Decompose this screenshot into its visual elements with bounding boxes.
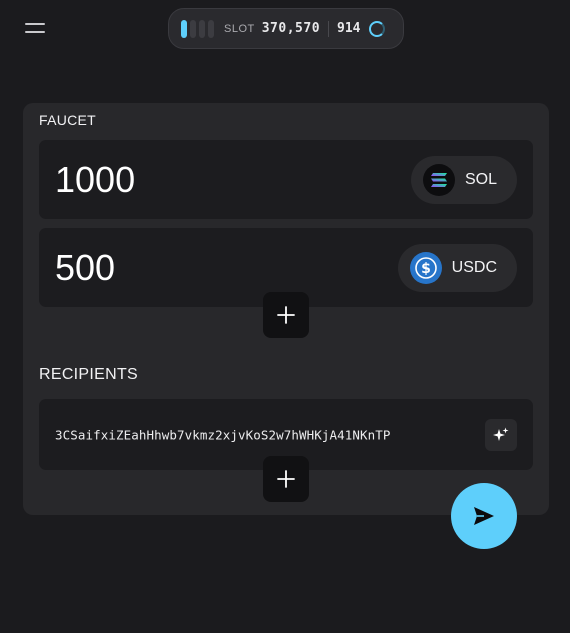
slot-label: SLOT [224,22,255,35]
sparkle-icon [493,427,509,441]
recipient-address-input[interactable]: 3CSaifxiZEahHhwb7vkmz2xjvKoS2w7hWHKjA41N… [55,427,391,442]
faucet-card: FAUCET 1000 SOL 500 $ USDC RECIPIENTS 3C… [23,103,549,515]
send-icon [474,507,494,525]
amount-input[interactable]: 500 [55,247,115,289]
add-token-button[interactable] [263,292,309,338]
slot-bar [199,19,205,38]
generate-address-button[interactable] [485,418,517,451]
hamburger-menu-icon-line [25,31,45,33]
slot-status-pill: SLOT 370,570 914 [168,8,404,49]
recipients-title: RECIPIENTS [39,366,139,383]
menu-button[interactable] [22,20,48,38]
slot-value: 370,570 [261,21,321,36]
send-button[interactable] [451,483,517,549]
token-label: SOL [464,170,497,188]
svg-text:$: $ [421,261,431,277]
token-select-button[interactable]: SOL [410,155,517,204]
faucet-title: FAUCET [39,112,97,128]
add-recipient-button[interactable] [263,456,309,502]
slot-bar [190,19,196,38]
count-value: 914 [337,21,361,36]
slot-progress-bars [181,19,214,38]
hamburger-menu-icon [25,23,45,25]
loading-spinner-icon [368,20,385,37]
slot-bar [208,19,214,38]
amount-input[interactable]: 1000 [55,159,135,201]
plus-icon [277,470,295,488]
token-select-button[interactable]: $ USDC [397,243,517,292]
usdc-icon: $ [409,251,442,284]
amount-row-sol: 1000 SOL [39,140,533,219]
pill-divider [328,20,330,37]
solana-icon [422,163,455,196]
token-label: USDC [451,258,497,276]
plus-icon [277,306,295,324]
slot-bar [181,19,187,38]
